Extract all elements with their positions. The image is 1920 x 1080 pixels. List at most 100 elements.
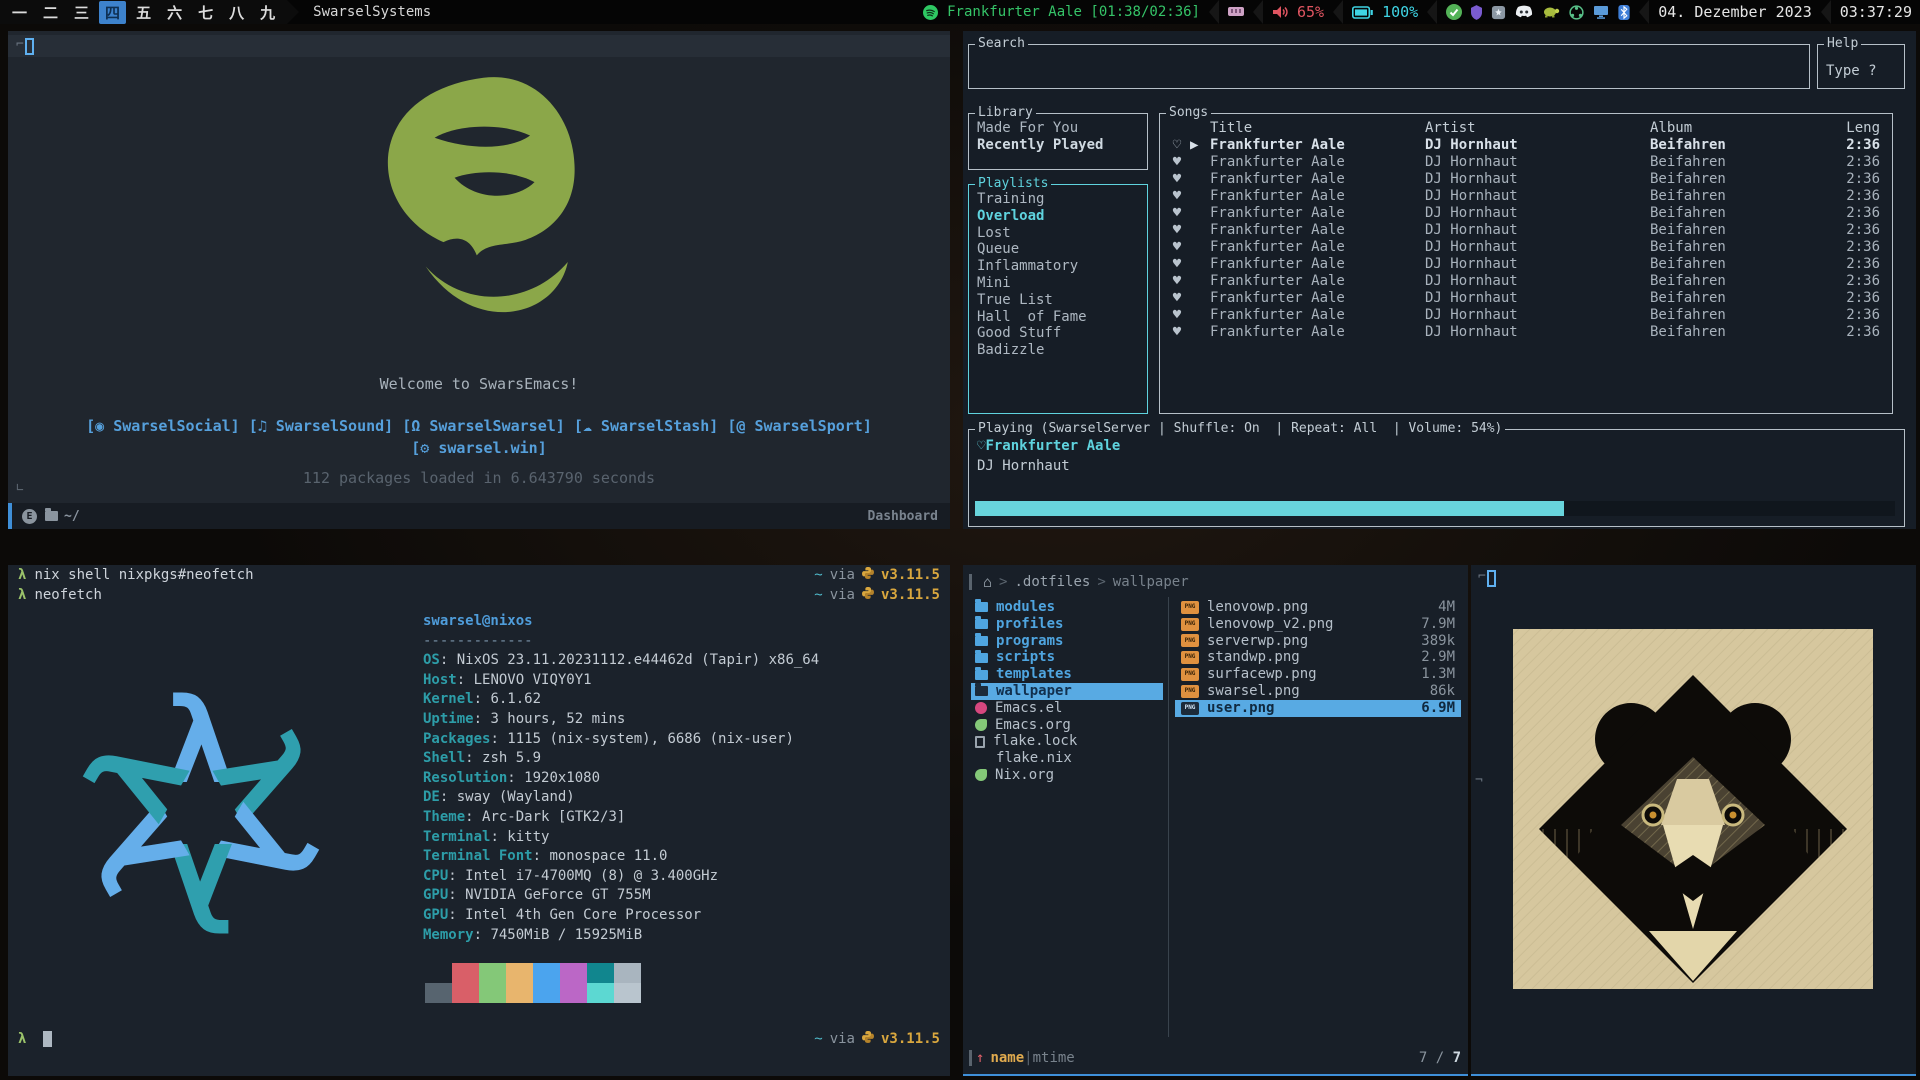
palette-swatch [479,983,506,1003]
file-row[interactable]: Emacs.org [971,717,1163,734]
file-row[interactable]: Nix.org [971,767,1163,784]
playlist-item[interactable]: True List [977,292,1143,309]
workspace-button[interactable]: 五 [130,1,157,24]
bar-separator [1253,0,1263,24]
song-row[interactable]: ♥ Frankfurter Aale DJ Hornhaut Beifahren… [1164,205,1888,222]
now-playing-text[interactable]: Frankfurter Aale [01:38/02:36] [947,4,1200,20]
song-length: 2:36 [1826,188,1886,205]
home-icon[interactable]: ⌂ [983,573,992,591]
like-heart-icon[interactable]: ♥ [1164,222,1190,239]
song-row[interactable]: ♥ Frankfurter Aale DJ Hornhaut Beifahren… [1164,171,1888,188]
workspace-button[interactable]: 二 [37,1,64,24]
playlist-item[interactable]: Overload [977,208,1143,225]
file-row[interactable]: Emacs.el [971,700,1163,717]
song-length: 2:36 [1826,205,1886,222]
file-row[interactable]: flake.nix [971,750,1163,767]
song-row[interactable]: ♥ Frankfurter Aale DJ Hornhaut Beifahren… [1164,188,1888,205]
bluetooth-icon[interactable] [1618,5,1630,20]
battery-icon[interactable] [1352,6,1373,19]
like-heart-icon[interactable]: ♥ [1164,239,1190,256]
like-heart-icon[interactable]: ♥ [1164,307,1190,324]
turtle-icon[interactable] [1542,6,1560,18]
song-row[interactable]: ♥ Frankfurter Aale DJ Hornhaut Beifahren… [1164,222,1888,239]
syncthing-icon[interactable] [1569,5,1584,20]
playlist-item[interactable]: Queue [977,241,1143,258]
breadcrumb-parent[interactable]: .dotfiles [1014,574,1090,590]
file-row[interactable]: PNG surfacewp.png 1.3M [1175,666,1461,683]
sort-ascending-icon[interactable]: ↑ [976,1050,984,1066]
workspace-button[interactable]: 三 [68,1,95,24]
separator-line: ------------- [423,632,943,652]
playlist-item[interactable]: Good Stuff [977,325,1143,342]
dashboard-link[interactable]: [♫ SwarselSound] [249,417,403,435]
file-row[interactable]: flake.lock [971,733,1163,750]
dashboard-link[interactable]: [◉ SwarselSocial] [86,417,249,435]
keyboard-icon[interactable] [1228,6,1244,18]
dashboard-link[interactable]: [☁ SwarselStash] [574,417,728,435]
dashboard-link[interactable]: [@ SwarselSport] [727,417,872,435]
seek-bar[interactable] [975,501,1895,516]
file-row[interactable]: PNG standwp.png 2.9M [1175,649,1461,666]
file-row[interactable]: PNG user.png 6.9M [1175,700,1461,717]
updates-check-icon[interactable] [1446,4,1462,20]
song-row[interactable]: ♥ Frankfurter Aale DJ Hornhaut Beifahren… [1164,239,1888,256]
search-input[interactable]: Search [968,44,1810,89]
like-heart-icon[interactable]: ♡ [1164,137,1190,154]
like-heart-icon[interactable]: ♥ [1164,324,1190,341]
song-row[interactable]: ♥ Frankfurter Aale DJ Hornhaut Beifahren… [1164,256,1888,273]
workspace-button[interactable]: 九 [254,1,281,24]
network-monitor-icon[interactable] [1593,5,1609,19]
shield-icon[interactable] [1471,5,1482,20]
file-size: 2.9M [1421,649,1455,666]
playlists-label: Playlists [975,176,1051,191]
spotify-icon[interactable] [923,5,938,20]
shell-prompt[interactable]: λ [18,1031,52,1047]
file-row[interactable]: programs [971,633,1163,650]
playlist-item[interactable]: Lost [977,225,1143,242]
breadcrumb[interactable]: ⌂ > .dotfiles > wallpaper [969,573,1189,591]
song-row[interactable]: ♡ ▶ Frankfurter Aale DJ Hornhaut Beifahr… [1164,137,1888,154]
like-heart-icon[interactable]: ♥ [1164,154,1190,171]
like-heart-icon[interactable]: ♥ [1164,171,1190,188]
library-item[interactable]: Recently Played [977,137,1143,154]
file-row[interactable]: PNG lenovowp.png 4M [1175,599,1461,616]
breadcrumb-current[interactable]: wallpaper [1113,574,1189,590]
like-heart-icon[interactable]: ♥ [1164,256,1190,273]
song-row[interactable]: ♥ Frankfurter Aale DJ Hornhaut Beifahren… [1164,273,1888,290]
discord-icon[interactable] [1515,5,1533,19]
library-item[interactable]: Made For You [977,120,1143,137]
file-row[interactable]: PNG lenovowp_v2.png 7.9M [1175,616,1461,633]
playlist-item[interactable]: Training [977,191,1143,208]
file-row[interactable]: wallpaper [971,683,1163,700]
playlist-item[interactable]: Hall of Fame [977,309,1143,326]
file-row[interactable]: PNG swarsel.png 86k [1175,683,1461,700]
playlist-item[interactable]: Inflammatory [977,258,1143,275]
like-heart-icon[interactable]: ♥ [1164,188,1190,205]
volume-icon[interactable] [1272,5,1288,19]
workspace-button[interactable]: 六 [161,1,188,24]
dashboard-link[interactable]: [Ω SwarselSwarsel] [402,417,574,435]
like-heart-icon[interactable]: ♥ [1164,205,1190,222]
file-row[interactable]: templates [971,666,1163,683]
playlist-item[interactable]: Mini [977,275,1143,292]
package-icon[interactable] [1491,5,1506,20]
workspace-button[interactable]: 四 [99,1,126,24]
sort-alt-key[interactable]: mtime [1033,1050,1075,1066]
workspace-button[interactable]: 一 [6,1,33,24]
file-row[interactable]: PNG serverwp.png 389k [1175,633,1461,650]
sort-key[interactable]: name [990,1050,1024,1066]
song-row[interactable]: ♥ Frankfurter Aale DJ Hornhaut Beifahren… [1164,324,1888,341]
swarsel-win-link[interactable]: [⚙ swarsel.win] [411,439,546,457]
song-album: Beifahren [1650,324,1826,341]
song-row[interactable]: ♥ Frankfurter Aale DJ Hornhaut Beifahren… [1164,290,1888,307]
file-row[interactable]: profiles [971,616,1163,633]
playlist-item[interactable]: Badizzle [977,342,1143,359]
workspace-button[interactable]: 八 [223,1,250,24]
workspace-button[interactable]: 七 [192,1,219,24]
song-row[interactable]: ♥ Frankfurter Aale DJ Hornhaut Beifahren… [1164,307,1888,324]
like-heart-icon[interactable]: ♥ [1164,290,1190,307]
file-row[interactable]: modules [971,599,1163,616]
song-row[interactable]: ♥ Frankfurter Aale DJ Hornhaut Beifahren… [1164,154,1888,171]
like-heart-icon[interactable]: ♥ [1164,273,1190,290]
file-row[interactable]: scripts [971,649,1163,666]
